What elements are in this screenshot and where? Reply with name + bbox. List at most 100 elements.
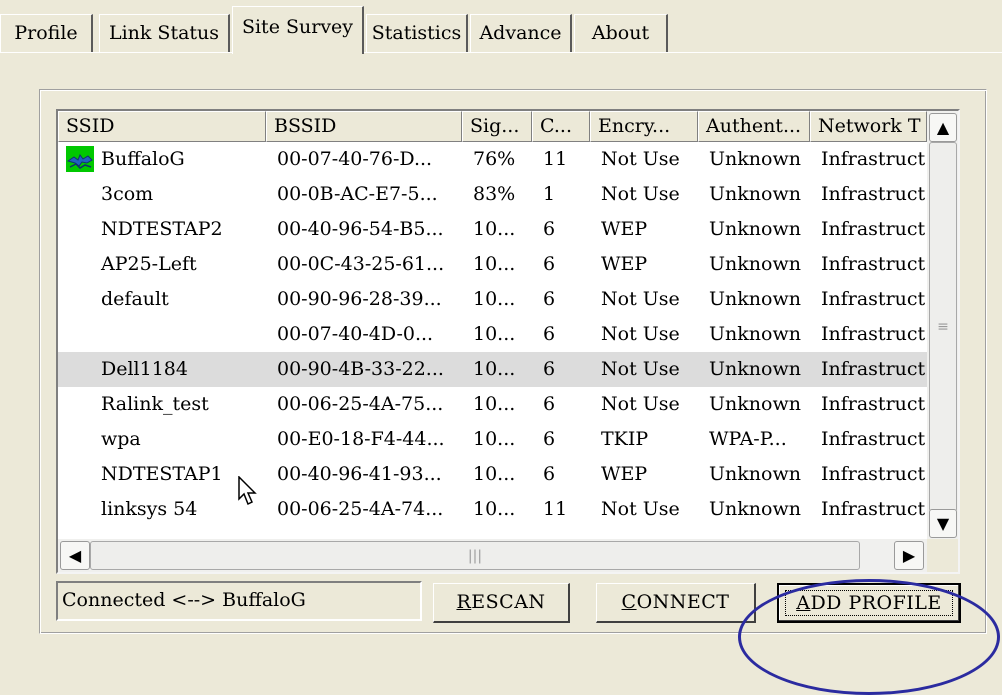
- column-header-authentication[interactable]: Authent...: [698, 111, 810, 142]
- rescan-mnemonic: R: [456, 591, 472, 613]
- cell-signal: 10...: [473, 288, 516, 310]
- cell-network-type: Infrastruct.: [821, 183, 927, 205]
- column-header-signal[interactable]: Sig...: [462, 111, 532, 142]
- scroll-up-button[interactable]: ▲: [929, 113, 957, 142]
- scrollbar-corner: [927, 539, 958, 572]
- network-list[interactable]: SSID BSSID Sig... C... Encry... Authent.…: [56, 109, 960, 574]
- cell-network-type: Infrastruct.: [821, 358, 927, 380]
- cell-encryption: Not Use: [601, 288, 680, 310]
- cell-bssid: 00-0C-43-25-61...: [277, 253, 445, 275]
- chevron-up-icon: ▲: [936, 118, 950, 137]
- tab-link-status[interactable]: Link Status: [99, 14, 230, 52]
- column-header-network-type[interactable]: Network T: [810, 111, 927, 142]
- table-row[interactable]: wpa 00-E0-18-F4-44... 10... 6 TKIP WPA-P…: [58, 422, 927, 457]
- column-header-ssid[interactable]: SSID: [58, 111, 266, 142]
- rescan-label: ESCAN: [471, 591, 546, 613]
- cell-channel: 6: [543, 218, 556, 240]
- cell-channel: 6: [543, 358, 556, 380]
- highlight-ellipse: [738, 579, 1000, 695]
- chevron-right-icon: ▶: [902, 546, 916, 565]
- cell-signal: 10...: [473, 253, 516, 275]
- vertical-scrollbar[interactable]: ▲ ≡ ▼: [927, 111, 958, 539]
- tab-statistics[interactable]: Statistics: [366, 14, 468, 52]
- horizontal-scroll-thumb[interactable]: |||: [90, 541, 860, 570]
- table-row[interactable]: Ralink_test 00-06-25-4A-75... 10... 6 No…: [58, 387, 927, 422]
- cell-bssid: 00-90-4B-33-22...: [277, 358, 444, 380]
- cell-bssid: 00-07-40-76-D...: [277, 148, 433, 170]
- tab-site-survey[interactable]: Site Survey: [232, 6, 364, 54]
- cell-channel: 11: [543, 498, 568, 520]
- cell-channel: 6: [543, 393, 556, 415]
- connect-mnemonic: C: [621, 591, 637, 613]
- cell-bssid: 00-40-96-54-B5...: [277, 218, 444, 240]
- scroll-right-button[interactable]: ▶: [894, 541, 924, 570]
- cell-encryption: Not Use: [601, 358, 680, 380]
- cell-authentication: Unknown: [709, 253, 801, 275]
- cell-bssid: 00-0B-AC-E7-5...: [277, 183, 438, 205]
- cell-ssid: default: [101, 288, 169, 310]
- mouse-cursor-icon: [238, 476, 257, 506]
- table-row[interactable]: default 00-90-96-28-39... 10... 6 Not Us…: [58, 282, 927, 317]
- cell-signal: 10...: [473, 463, 516, 485]
- scroll-left-button[interactable]: ◀: [60, 541, 90, 570]
- cell-authentication: Unknown: [709, 148, 801, 170]
- cell-signal: 10...: [473, 393, 516, 415]
- cell-ssid: wpa: [101, 428, 141, 450]
- cell-bssid: 00-07-40-4D-0...: [277, 323, 434, 345]
- connected-icon: [66, 146, 94, 172]
- cell-channel: 6: [543, 288, 556, 310]
- cell-ssid: AP25-Left: [101, 253, 197, 275]
- connect-button[interactable]: CONNECT: [596, 583, 756, 623]
- column-header-bssid[interactable]: BSSID: [266, 111, 462, 142]
- cell-channel: 11: [543, 148, 568, 170]
- table-row[interactable]: 3com 00-0B-AC-E7-5... 83% 1 Not Use Unkn…: [58, 177, 927, 212]
- cell-channel: 6: [543, 323, 556, 345]
- table-row[interactable]: linksys 54 00-06-25-4A-74... 10... 11 No…: [58, 492, 927, 527]
- tab-profile[interactable]: Profile: [0, 14, 93, 52]
- cell-authentication: Unknown: [709, 218, 801, 240]
- cell-bssid: 00-06-25-4A-74...: [277, 498, 444, 520]
- cell-encryption: WEP: [601, 218, 648, 240]
- cell-encryption: WEP: [601, 253, 648, 275]
- cell-network-type: Infrastruct.: [821, 393, 927, 415]
- cell-channel: 6: [543, 463, 556, 485]
- table-row[interactable]: BuffaloG 00-07-40-76-D... 76% 11 Not Use…: [58, 142, 927, 177]
- rescan-button[interactable]: RESCAN: [433, 583, 570, 623]
- table-row-selected[interactable]: Dell1184 00-90-4B-33-22... 10... 6 Not U…: [58, 352, 927, 387]
- cell-encryption: Not Use: [601, 183, 680, 205]
- table-row[interactable]: 00-07-40-4D-0... 10... 6 Not Use Unknown…: [58, 317, 927, 352]
- cell-bssid: 00-90-96-28-39...: [277, 288, 442, 310]
- cell-bssid: 00-E0-18-F4-44...: [277, 428, 445, 450]
- cell-bssid: 00-06-25-4A-75...: [277, 393, 444, 415]
- cell-signal: 10...: [473, 358, 516, 380]
- cell-authentication: Unknown: [709, 463, 801, 485]
- cell-authentication: Unknown: [709, 183, 801, 205]
- cell-signal: 10...: [473, 428, 516, 450]
- cell-ssid: linksys 54: [101, 498, 198, 520]
- cell-signal: 83%: [473, 183, 516, 205]
- cell-encryption: TKIP: [601, 428, 649, 450]
- cell-channel: 6: [543, 253, 556, 275]
- grip-icon: |||: [467, 547, 483, 564]
- cell-encryption: Not Use: [601, 323, 680, 345]
- table-row[interactable]: AP25-Left 00-0C-43-25-61... 10... 6 WEP …: [58, 247, 927, 282]
- connect-label: ONNECT: [636, 591, 730, 613]
- cell-ssid: BuffaloG: [58, 142, 266, 177]
- cell-encryption: Not Use: [601, 393, 680, 415]
- vertical-scroll-thumb[interactable]: ≡: [929, 142, 957, 512]
- tab-about[interactable]: About: [574, 14, 668, 52]
- cell-authentication: Unknown: [709, 393, 801, 415]
- column-header-encryption[interactable]: Encry...: [590, 111, 698, 142]
- horizontal-scrollbar[interactable]: ◀ ||| ▶: [58, 539, 927, 572]
- cell-signal: 10...: [473, 323, 516, 345]
- scroll-down-button[interactable]: ▼: [929, 509, 957, 538]
- cell-channel: 6: [543, 428, 556, 450]
- network-list-body: SSID BSSID Sig... C... Encry... Authent.…: [58, 111, 927, 539]
- cell-ssid: 3com: [101, 183, 154, 205]
- cell-authentication: Unknown: [709, 288, 801, 310]
- tab-advance[interactable]: Advance: [470, 14, 572, 52]
- column-header-channel[interactable]: C...: [532, 111, 590, 142]
- table-row[interactable]: NDTESTAP1 00-40-96-41-93... 10... 6 WEP …: [58, 457, 927, 492]
- cell-network-type: Infrastruct.: [821, 428, 927, 450]
- table-row[interactable]: NDTESTAP2 00-40-96-54-B5... 10... 6 WEP …: [58, 212, 927, 247]
